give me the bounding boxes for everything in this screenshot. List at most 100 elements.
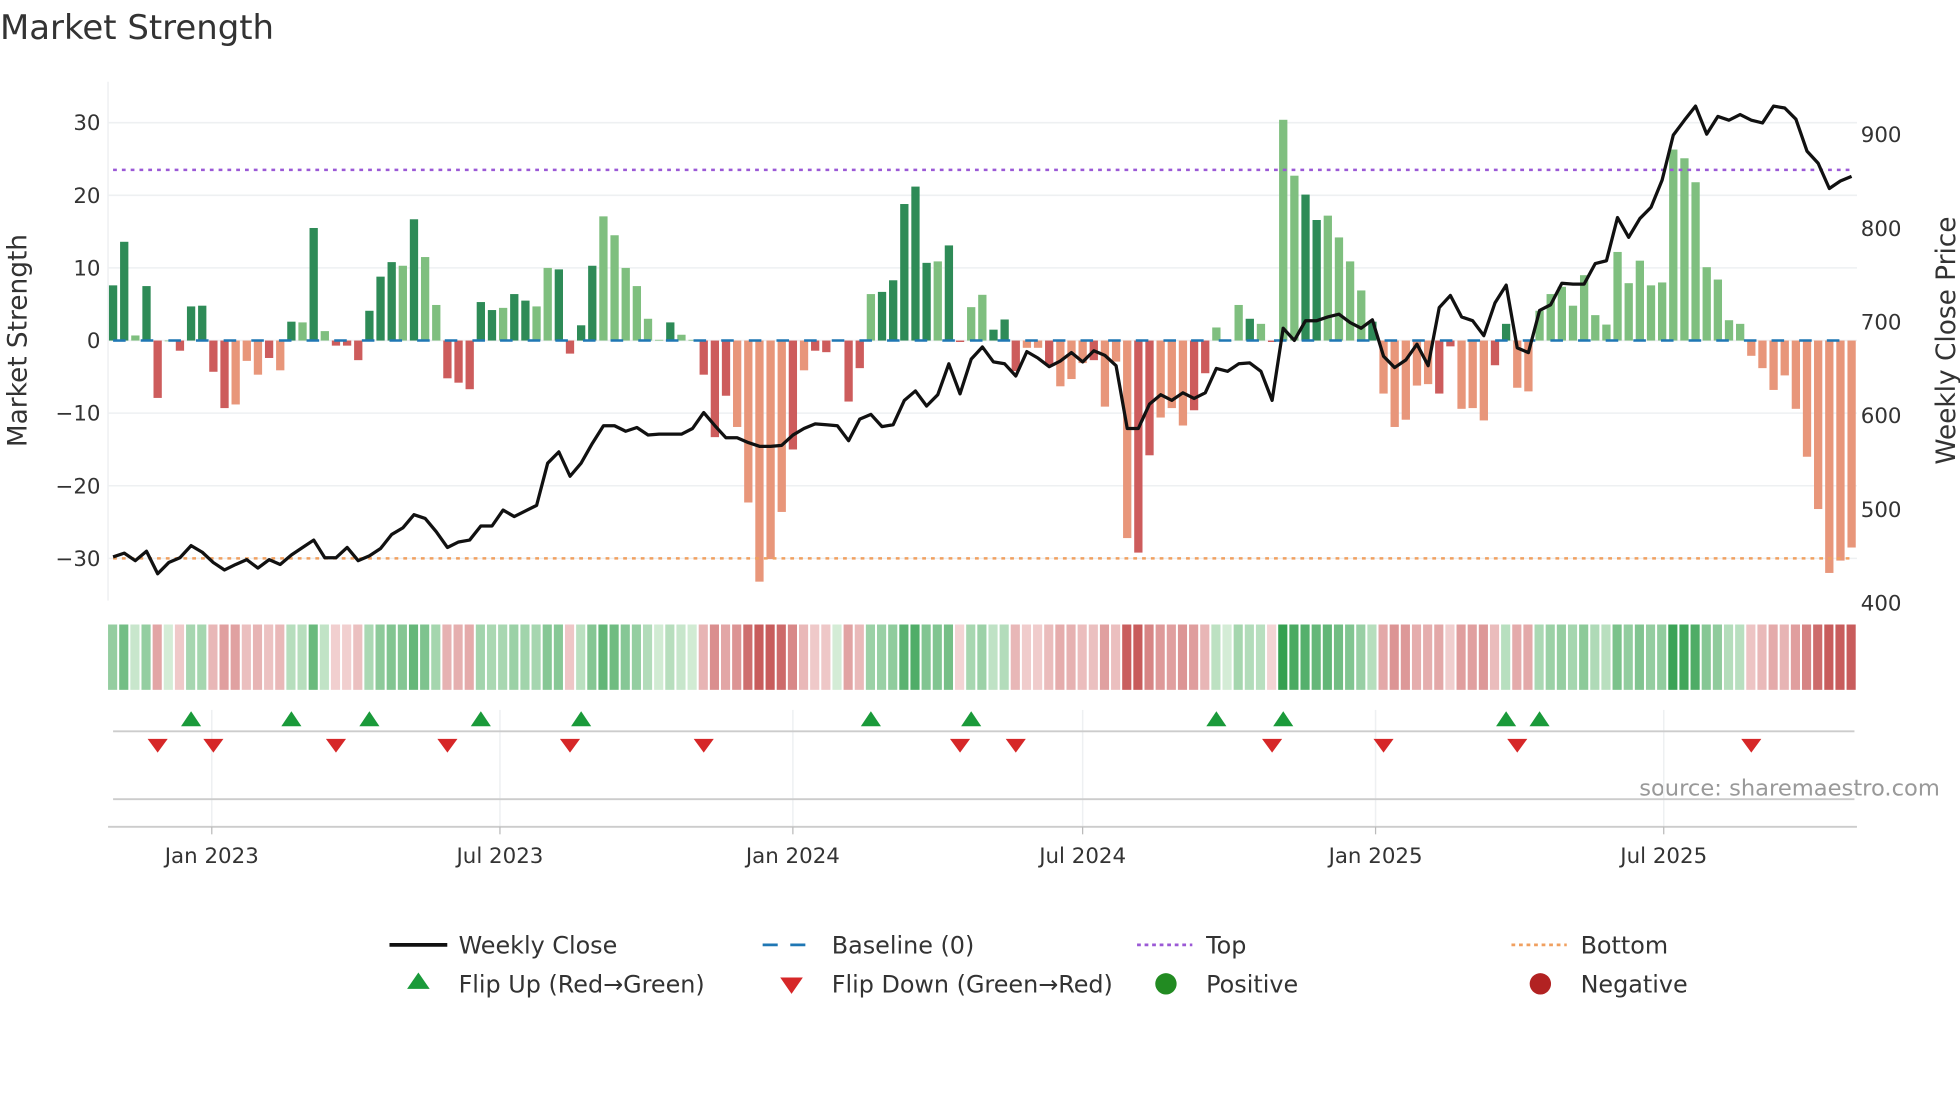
strip-cell: [275, 624, 285, 690]
flip-up-marker: [281, 711, 302, 727]
y-tick-label: 30: [73, 111, 100, 136]
strip-cell: [854, 624, 864, 690]
strength-bar-positive: [554, 269, 563, 341]
chart-title: Market Strength: [0, 8, 274, 47]
strip-cell: [787, 624, 797, 690]
strip-cell: [587, 624, 597, 690]
strip-cell: [108, 624, 118, 690]
strength-bar-negative: [1468, 340, 1477, 409]
strength-bar-negative: [1747, 340, 1756, 356]
axes: Jan 2023 Jul 2023 Jan 2024 Jul 2024 Jan 2025…: [55, 111, 1901, 869]
strength-bar-positive: [1357, 290, 1366, 341]
strip-cell: [297, 624, 307, 690]
strip-cell: [966, 624, 976, 690]
strength-bar-positive: [1736, 323, 1745, 341]
legend-label: Top: [1205, 932, 1246, 960]
strip-cell: [330, 624, 341, 690]
strength-bar-positive: [1501, 323, 1511, 341]
strength-bar-negative: [1145, 340, 1154, 456]
strip-cell: [921, 624, 931, 690]
strip-cell: [620, 624, 630, 690]
strip-cell: [720, 624, 731, 690]
strength-bar-negative: [799, 340, 809, 371]
strength-bar-positive: [1657, 282, 1667, 341]
strength-bar-positive: [1256, 323, 1266, 341]
strength-bar-negative: [777, 340, 786, 512]
strip-cell: [1066, 624, 1076, 690]
strip-cell: [1657, 624, 1667, 690]
strip-cell: [319, 624, 329, 690]
strip-cell: [1021, 624, 1032, 690]
strip-cell: [1088, 624, 1098, 690]
strength-bar-positive: [498, 307, 508, 341]
strip-cell: [754, 624, 764, 690]
flip-down-marker: [1262, 738, 1283, 753]
strength-bar-negative: [1067, 340, 1076, 380]
strip-cell: [832, 624, 842, 690]
legend-label: Negative: [1581, 971, 1688, 999]
x-tick-label: Jul 2023: [455, 844, 544, 869]
strength-bar-negative: [175, 340, 185, 351]
strip-cell: [486, 624, 497, 690]
strip-cell: [1222, 624, 1232, 690]
y-tick-label: 20: [73, 184, 100, 209]
strip-cell: [308, 624, 318, 690]
legend-flip-down-icon: [780, 977, 803, 994]
strength-bar-negative: [811, 340, 820, 351]
strength-bar-positive: [911, 186, 920, 341]
x-tick-label: Jul 2024: [1037, 844, 1126, 869]
strip-cell: [1768, 624, 1778, 690]
market-strength-chart: Market Strength Market Strength Weekly C…: [0, 8, 1960, 999]
strip-cell: [431, 624, 441, 690]
strip-cell: [1757, 624, 1767, 690]
strip-cell: [553, 624, 563, 690]
strip-cell: [286, 624, 296, 690]
strip-cell: [1456, 624, 1466, 690]
flip-down-marker: [1507, 738, 1528, 753]
strength-bar-positive: [978, 294, 987, 341]
strip-cell: [1099, 624, 1110, 690]
strip-cell: [1835, 624, 1845, 690]
strip-cell: [1144, 624, 1154, 690]
flip-up-marker: [470, 711, 491, 727]
strip-cell: [1300, 624, 1310, 690]
strength-bar-positive: [1568, 305, 1578, 341]
legend-flip-up-icon: [407, 972, 430, 989]
strip-cell: [865, 624, 876, 690]
strength-bar-negative: [1401, 340, 1410, 420]
strip-cell: [252, 624, 263, 690]
strip-cell: [1244, 624, 1254, 690]
strip-cell: [988, 624, 998, 690]
strength-bar-positive: [1591, 315, 1600, 341]
strength-bar-positive: [1345, 261, 1355, 341]
strength-bar-positive: [1334, 237, 1344, 341]
strip-cell: [241, 624, 251, 690]
flip-down-marker: [325, 738, 347, 753]
strip-cell: [1055, 624, 1065, 690]
strip-cell: [1723, 624, 1734, 690]
strength-bars: [108, 119, 1856, 582]
strip-cell: [174, 624, 185, 690]
strength-bar-negative: [1111, 340, 1121, 362]
flip-down-marker: [693, 738, 714, 753]
strength-bar-negative: [443, 340, 452, 379]
strip-cell: [1311, 624, 1321, 690]
strip-cell: [1255, 624, 1266, 690]
flip-up-marker: [1496, 711, 1517, 727]
strength-bar-positive: [1646, 285, 1656, 341]
strength-bar-positive: [309, 227, 318, 341]
strip-cell: [1779, 624, 1789, 690]
strip-cell: [542, 624, 552, 690]
strip-cell: [1701, 624, 1711, 690]
strip-cell: [676, 624, 686, 690]
strength-bar-positive: [476, 302, 485, 341]
strength-bar-negative: [755, 340, 764, 582]
strength-bar-positive: [621, 267, 630, 341]
strip-cell: [799, 624, 809, 690]
y-tick-label: −30: [55, 547, 100, 572]
x-tick-label: Jan 2025: [1327, 844, 1423, 869]
strength-bar-positive: [889, 280, 898, 341]
strip-cell: [955, 624, 965, 690]
strength-bar-positive: [610, 235, 619, 341]
legend-label: Weekly Close: [459, 932, 618, 960]
